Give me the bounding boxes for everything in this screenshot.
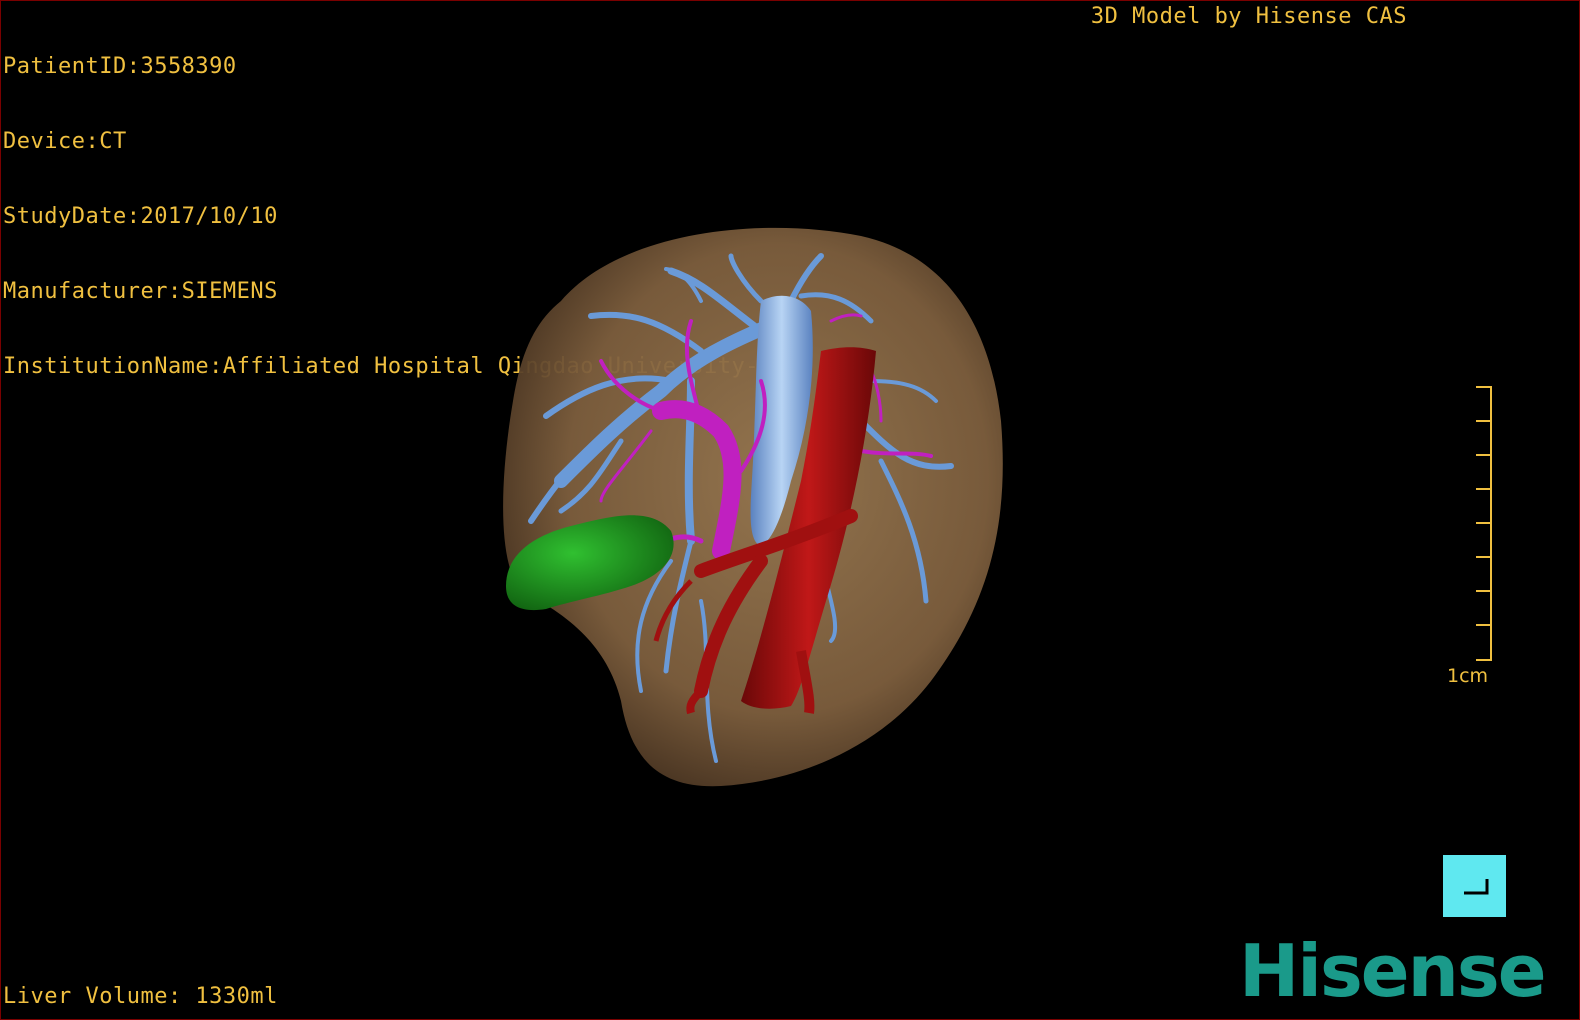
scale-label: 1cm: [1447, 665, 1489, 687]
3d-viewport[interactable]: PatientID:3558390 Device:CT StudyDate:20…: [0, 0, 1580, 1020]
orientation-button[interactable]: [1443, 855, 1506, 917]
liver-volume: Liver Volume: 1330ml: [3, 984, 278, 1009]
scale-bar: [1476, 386, 1492, 661]
liver-3d-model[interactable]: [1, 1, 1579, 1019]
corner-orientation-icon: [1464, 879, 1489, 895]
hisense-logo: Hisense: [1239, 929, 1547, 1013]
